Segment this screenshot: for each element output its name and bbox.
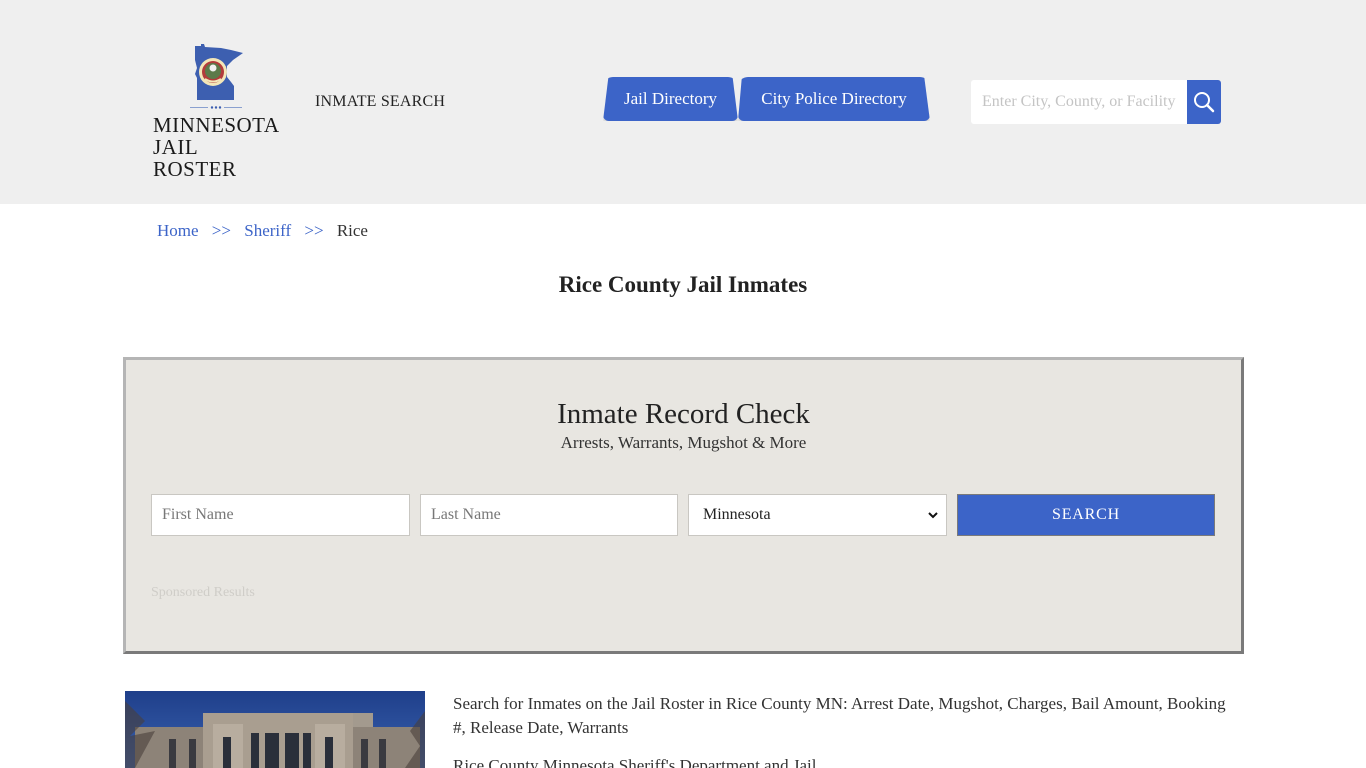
last-name-input[interactable] xyxy=(420,494,678,536)
record-search-button[interactable]: SEARCH xyxy=(957,494,1215,536)
site-logo[interactable]: MINNESOTA JAIL ROSTER xyxy=(153,44,285,160)
tab-label: Jail Directory xyxy=(624,89,717,109)
first-name-input[interactable] xyxy=(151,494,410,536)
breadcrumb-home[interactable]: Home xyxy=(157,221,199,240)
page-title: Rice County Jail Inmates xyxy=(0,272,1366,298)
description-paragraph: Search for Inmates on the Jail Roster in… xyxy=(453,692,1233,740)
record-check-subtitle: Arrests, Warrants, Mugshot & More xyxy=(126,433,1241,453)
chevron-down-icon xyxy=(928,511,938,519)
tab-label: City Police Directory xyxy=(761,89,906,109)
minnesota-state-seal-map-icon xyxy=(191,44,247,102)
logo-text: MINNESOTA JAIL ROSTER xyxy=(153,114,285,180)
record-check-title: Inmate Record Check xyxy=(126,398,1241,431)
header-search xyxy=(971,80,1221,124)
search-icon xyxy=(1193,91,1215,113)
description-paragraph: Rice County Minnesota Sheriff's Departme… xyxy=(453,754,1233,768)
breadcrumb-current: Rice xyxy=(337,221,368,240)
inmate-record-check-panel: Inmate Record Check Arrests, Warrants, M… xyxy=(123,357,1244,654)
breadcrumb-sheriff[interactable]: Sheriff xyxy=(244,221,291,240)
breadcrumb-separator: >> xyxy=(304,221,323,240)
site-header: MINNESOTA JAIL ROSTER INMATE SEARCH Jail… xyxy=(0,0,1366,204)
logo-divider xyxy=(190,106,242,109)
nav-inmate-search[interactable]: INMATE SEARCH xyxy=(315,93,445,111)
breadcrumb: Home >> Sheriff >> Rice xyxy=(157,221,368,241)
county-description: Search for Inmates on the Jail Roster in… xyxy=(453,692,1233,768)
tab-city-police-directory[interactable]: City Police Directory xyxy=(738,77,930,121)
logo-line-1: MINNESOTA xyxy=(153,114,285,136)
facility-search-input[interactable] xyxy=(971,80,1187,124)
sponsored-results-label: Sponsored Results xyxy=(151,585,255,601)
jail-building-image xyxy=(125,691,425,768)
tab-jail-directory[interactable]: Jail Directory xyxy=(603,77,738,121)
breadcrumb-separator: >> xyxy=(212,221,231,240)
header-search-button[interactable] xyxy=(1187,80,1221,124)
jail-building-photo xyxy=(125,691,425,768)
state-select[interactable]: Minnesota xyxy=(688,494,947,536)
state-select-value: Minnesota xyxy=(703,506,771,524)
logo-line-2: JAIL ROSTER xyxy=(153,136,285,180)
